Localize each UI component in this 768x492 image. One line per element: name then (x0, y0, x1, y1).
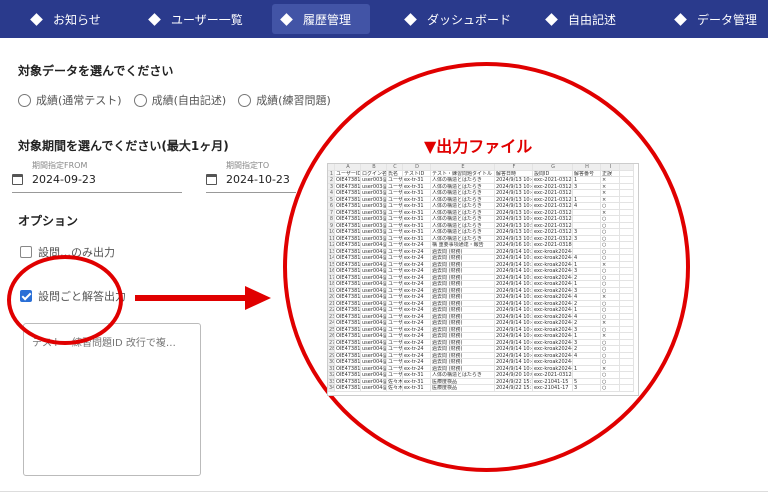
arrow-icon (135, 295, 247, 301)
data-target-title: 対象データを選んでください (18, 64, 174, 78)
diamond-icon (545, 12, 558, 26)
radio-button[interactable] (133, 93, 147, 107)
date-to-underline (206, 192, 296, 193)
nav-label: ダッシュボード (427, 12, 512, 27)
sheet-cell: OIE47381 (335, 385, 361, 392)
diamond-icon (674, 12, 687, 26)
options-title: オプション (18, 214, 79, 228)
option1-checkbox[interactable] (20, 246, 32, 258)
calendar-icon[interactable] (206, 174, 217, 185)
output-spreadsheet: A B C D E F G H I 1 ユーザーID ログイン名 氏名 テストID テスト・練習問題タイトル… (327, 163, 639, 396)
radio-label: 成績(通常テスト) (36, 94, 122, 107)
radio-button[interactable] (18, 93, 31, 107)
nav-item-free-text[interactable]: 自由記述 (537, 4, 626, 34)
sheet-cell: 医療度検品 (431, 385, 495, 392)
nav-item-data-management[interactable]: データ管理 (666, 4, 767, 34)
diamond-icon (30, 12, 43, 26)
nav-label: お知らせ (53, 12, 101, 27)
spreadsheet-grid: A B C D E F G H I 1 ユーザーID ログイン名 氏名 テストID テスト・練習問題タイトル… (328, 164, 638, 392)
period-title: 対象期間を選んでください(最大1ヶ月) (18, 139, 229, 153)
date-from-label: 期間指定FROM (32, 161, 88, 170)
top-nav: お知らせ ユーザー一覧 履歴管理 ダッシュボード 自由記述 データ管理 (0, 0, 768, 38)
test-id-textarea[interactable] (23, 323, 201, 476)
radio-practice[interactable]: 成績(練習問題) (238, 92, 331, 108)
nav-item-dashboard[interactable]: ダッシュボード (396, 4, 521, 34)
sheet-row-number: 34 (328, 385, 335, 392)
sheet-cell: exc-21041-17 (533, 385, 573, 392)
diamond-icon (148, 12, 161, 26)
sheet-cell (620, 385, 634, 392)
nav-label: データ管理 (697, 12, 758, 27)
sheet-cell: 2024/9/22 15:10 (495, 385, 533, 392)
date-from-value[interactable]: 2024-09-23 (32, 173, 96, 186)
radio-free-text[interactable]: 成績(自由記述) (133, 92, 227, 108)
sheet-cell: ex-tr-31 (403, 385, 431, 392)
radio-normal-test[interactable]: 成績(通常テスト) (18, 92, 122, 108)
data-target-radio-group: 成績(通常テスト) 成績(自由記述) 成績(練習問題) (18, 92, 343, 108)
date-to-label: 期間指定TO (226, 161, 270, 170)
date-from-field[interactable]: 期間指定FROM 2024-09-23 (12, 160, 182, 193)
nav-label: 履歴管理 (303, 12, 352, 27)
sheet-cell: ○ (601, 385, 620, 392)
date-to-field[interactable]: 期間指定TO 2024-10-23 (206, 160, 296, 193)
output-file-label: ▼出力ファイル (424, 137, 533, 156)
calendar-icon[interactable] (12, 174, 23, 185)
nav-item-history[interactable]: 履歴管理 (272, 4, 370, 34)
nav-label: 自由記述 (568, 12, 617, 27)
radio-label: 成績(練習問題) (256, 94, 331, 107)
date-to-value[interactable]: 2024-10-23 (226, 173, 290, 186)
nav-item-users[interactable]: ユーザー一覧 (140, 4, 253, 34)
diamond-icon (280, 12, 293, 26)
highlight-circle (7, 255, 123, 345)
sheet-cell: user004@ (361, 385, 387, 392)
sheet-cell: 佐々木 莉 (387, 385, 403, 392)
radio-button[interactable] (238, 93, 252, 107)
sheet-cell: 3 (573, 385, 601, 392)
diamond-icon (404, 12, 417, 26)
nav-label: ユーザー一覧 (171, 12, 243, 27)
arrow-head-icon (245, 286, 271, 310)
radio-label: 成績(自由記述) (151, 94, 227, 107)
nav-item-news[interactable]: お知らせ (22, 4, 111, 34)
date-from-underline (12, 192, 182, 193)
